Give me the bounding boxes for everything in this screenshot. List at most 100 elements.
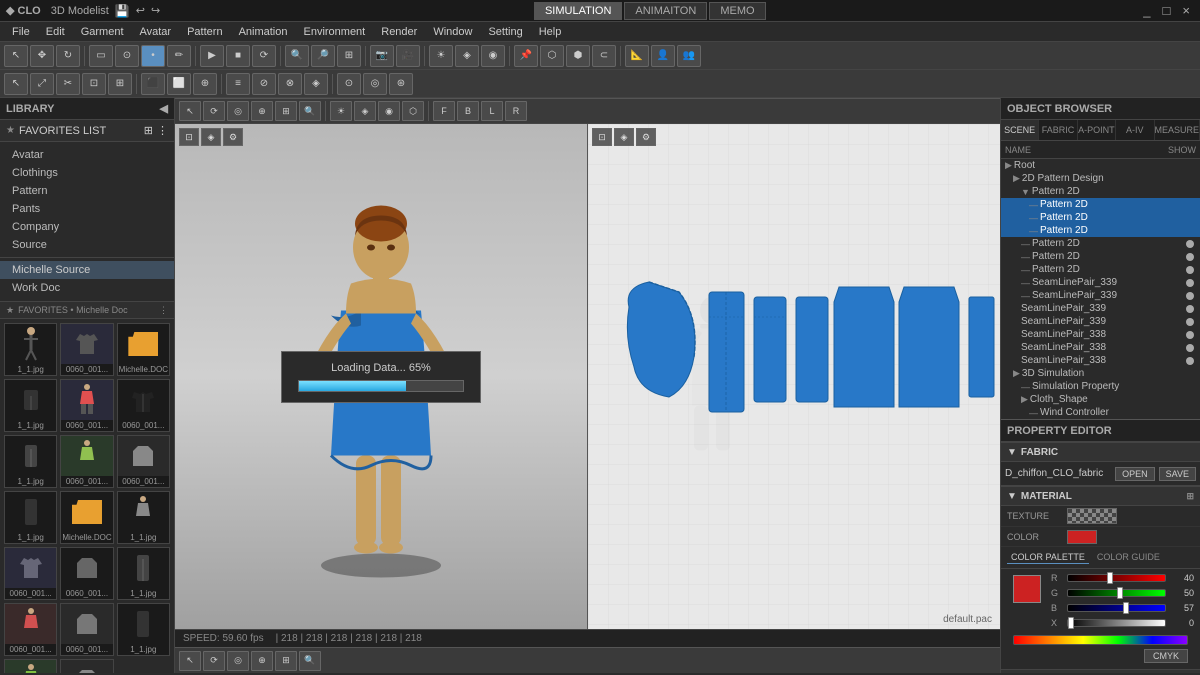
tb-fabric2[interactable]: ⬢ [566, 45, 590, 67]
menu-help[interactable]: Help [531, 24, 570, 40]
tree-item-pattern2d-5[interactable]: — Pattern 2D [1001, 250, 1200, 263]
tree-item-seamline-1[interactable]: — SeamLinePair_339 [1001, 276, 1200, 289]
tab-aiv[interactable]: A-IV [1116, 120, 1154, 140]
list-item[interactable]: 1_1.jpg [4, 379, 57, 432]
vp-tb-3[interactable]: ◎ [227, 101, 249, 121]
list-item[interactable]: 1_1.jpg [4, 491, 57, 544]
maximize-button[interactable]: □ [1159, 3, 1175, 18]
vp-tb-14[interactable]: R [505, 101, 527, 121]
tab-simulation[interactable]: SIMULATION [534, 2, 622, 20]
vp3d-btn1[interactable]: ⊡ [179, 128, 199, 146]
palette-tab-guide[interactable]: COLOR GUIDE [1093, 551, 1164, 564]
tb2-10[interactable]: ⊘ [252, 73, 276, 95]
tree-item-pattern2d-6[interactable]: — Pattern 2D [1001, 263, 1200, 276]
vp-tb-5[interactable]: ⊞ [275, 101, 297, 121]
viewport-2d[interactable]: ⊡ ◈ ⚙ [588, 124, 1000, 629]
list-item[interactable]: Michelle.DOC [117, 323, 170, 376]
tb-render2[interactable]: ◉ [481, 45, 505, 67]
x-slider[interactable] [1067, 619, 1166, 627]
vp2d-tb-3[interactable]: ◎ [227, 651, 249, 671]
tb-stop[interactable]: ■ [226, 45, 250, 67]
cmyk-button[interactable]: CMYK [1144, 649, 1188, 663]
tb-pin[interactable]: 📌 [514, 45, 538, 67]
menu-file[interactable]: File [4, 24, 38, 40]
nav-michelle-source[interactable]: Michelle Source [0, 261, 174, 279]
tb2-2[interactable]: ⤢ [30, 73, 54, 95]
tb2-3[interactable]: ✂ [56, 73, 80, 95]
nav-work-doc[interactable]: Work Doc [0, 279, 174, 297]
tb-fabric1[interactable]: ⬡ [540, 45, 564, 67]
list-item[interactable]: 1_1.jpg [4, 323, 57, 376]
list-item[interactable]: 0060_001... [60, 435, 113, 488]
tb-fit[interactable]: ⊞ [337, 45, 361, 67]
vp-tb-10[interactable]: ⬡ [402, 101, 424, 121]
menu-avatar[interactable]: Avatar [132, 24, 180, 40]
tree-item-pattern2d-2[interactable]: — Pattern 2D [1001, 211, 1200, 224]
vp2d-btn1[interactable]: ⊡ [592, 128, 612, 146]
tb-light[interactable]: ☀ [429, 45, 453, 67]
tb2-13[interactable]: ⊙ [337, 73, 361, 95]
section-detail-header[interactable]: ▶ DETAIL [1001, 669, 1200, 673]
list-item[interactable]: 0060_001... [4, 603, 57, 656]
tree-item-root[interactable]: ▶ Root [1001, 159, 1200, 172]
vp-tb-13[interactable]: L [481, 101, 503, 121]
list-item[interactable]: 0060_001... [4, 659, 57, 673]
vp-tb-6[interactable]: 🔍 [299, 101, 321, 121]
tb-camera1[interactable]: 📷 [370, 45, 394, 67]
tb-zoom-in[interactable]: 🔍 [285, 45, 309, 67]
tree-item-3d-sim[interactable]: ▶ 3D Simulation [1001, 367, 1200, 380]
tab-scene[interactable]: SCENE [1001, 120, 1039, 140]
tab-fabric[interactable]: FABRIC [1039, 120, 1077, 140]
tb-select[interactable]: ▭ [89, 45, 113, 67]
r-slider[interactable] [1067, 574, 1166, 582]
tb2-6[interactable]: ⬛ [141, 73, 165, 95]
tree-item-wind[interactable]: — Wind Controller [1001, 406, 1200, 419]
visibility-dot[interactable] [1186, 240, 1194, 248]
tb-avatar-s[interactable]: 👥 [677, 45, 701, 67]
title-icon-redo[interactable]: ↪ [151, 4, 160, 17]
tree-item-seamline-4[interactable]: SeamLinePair_339 [1001, 315, 1200, 328]
tb2-11[interactable]: ⊗ [278, 73, 302, 95]
palette-tab-color[interactable]: COLOR PALETTE [1007, 551, 1089, 564]
favorites-header[interactable]: ★ FAVORITES LIST ⊞ ⋮ [0, 120, 174, 142]
tb2-5[interactable]: ⊞ [108, 73, 132, 95]
menu-environment[interactable]: Environment [295, 24, 373, 40]
tb-cursor[interactable]: ↖ [4, 45, 28, 67]
viewport-3d[interactable]: ⊡ ◈ ⚙ [175, 124, 588, 629]
nav-company[interactable]: Company [0, 218, 174, 236]
list-item[interactable]: 0060_001... [60, 547, 113, 600]
b-slider[interactable] [1067, 604, 1166, 612]
vp3d-btn3[interactable]: ⚙ [223, 128, 243, 146]
list-item[interactable]: 0060_001... [60, 323, 113, 376]
visibility-dot-6[interactable] [1186, 305, 1194, 313]
tb-zoom-out[interactable]: 🔎 [311, 45, 335, 67]
tab-memo[interactable]: MEMO [709, 2, 765, 20]
vp2d-tb-4[interactable]: ⊕ [251, 651, 273, 671]
vp-tb-7[interactable]: ☀ [330, 101, 352, 121]
tree-item-seamline-3[interactable]: SeamLinePair_339 [1001, 302, 1200, 315]
list-item[interactable]: 1_1.jpg [4, 435, 57, 488]
more-icon[interactable]: ⋮ [157, 124, 168, 137]
menu-animation[interactable]: Animation [231, 24, 296, 40]
g-slider[interactable] [1067, 589, 1166, 597]
tb2-7[interactable]: ⬜ [167, 73, 191, 95]
menu-pattern[interactable]: Pattern [179, 24, 230, 40]
visibility-dot-7[interactable] [1186, 318, 1194, 326]
rainbow-bar[interactable] [1013, 635, 1188, 645]
nav-avatar[interactable]: Avatar [0, 146, 174, 164]
color-swatch-large[interactable] [1013, 575, 1041, 603]
list-item[interactable]: 0060_001... [60, 659, 113, 673]
lib-expand-icon[interactable]: ⋮ [159, 305, 168, 316]
list-item[interactable]: 0060_001... [60, 603, 113, 656]
tb-tuck[interactable]: ⊂ [592, 45, 616, 67]
tb-simulate[interactable]: ▶ [200, 45, 224, 67]
section-fabric-header[interactable]: ▼ FABRIC [1001, 442, 1200, 462]
tb2-14[interactable]: ◎ [363, 73, 387, 95]
vp2d-tb-2[interactable]: ⟳ [203, 651, 225, 671]
menu-edit[interactable]: Edit [38, 24, 73, 40]
list-item[interactable]: Michelle.DOC [60, 491, 113, 544]
tab-animation[interactable]: ANIMAITON [624, 2, 707, 20]
vp3d-btn2[interactable]: ◈ [201, 128, 221, 146]
menu-render[interactable]: Render [373, 24, 425, 40]
tb-measure[interactable]: 📐 [625, 45, 649, 67]
